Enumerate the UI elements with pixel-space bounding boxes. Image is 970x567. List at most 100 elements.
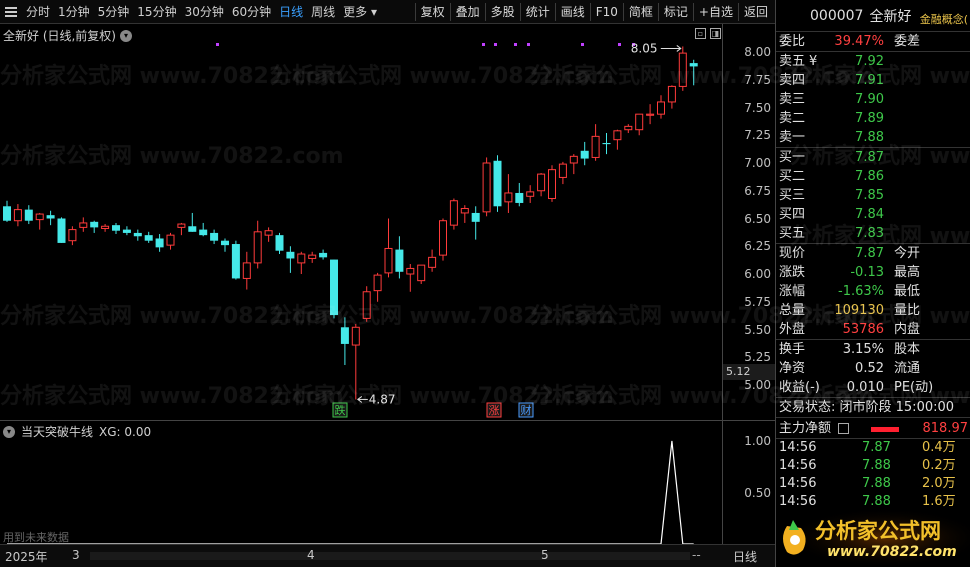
toolbar-button-4[interactable]: 画线 [554, 2, 590, 21]
ask-row-4[interactable]: 卖一 7.88 [776, 128, 970, 147]
ask-row-3[interactable]: 卖二 7.89 [776, 109, 970, 128]
list-icon[interactable] [838, 423, 849, 434]
trade-status: 交易状态: 闭市阶段 15:00:00 [776, 398, 970, 417]
candle-51 [558, 161, 567, 185]
logo-title: 分析家公式网 [815, 519, 941, 543]
fin-label-2: 流通 [894, 361, 921, 376]
event-marker-1[interactable]: 涨 [486, 402, 502, 418]
candle-8 [90, 220, 99, 233]
quote-panel: 000007 全新好 金融概念( 委比 39.47% 委差 卖五 ¥7.92 卖四 7… [775, 0, 970, 567]
bid-price: 7.85 [855, 188, 884, 203]
date-dash[interactable]: -- [692, 548, 701, 562]
candle-10 [112, 222, 120, 235]
candlestick-chart[interactable]: 全新好 (日线,前复权) ▾ 8.05 4.87 跌 涨 财 [0, 24, 722, 420]
chevron-down-icon[interactable]: ▾ [120, 29, 132, 42]
candle-21 [231, 240, 240, 280]
candle-13 [144, 231, 153, 243]
fin-label: 收益(-) [779, 380, 820, 395]
bid-row-0[interactable]: 买一 7.87 [776, 148, 970, 167]
candle-15 [166, 232, 175, 250]
period-tab-5[interactable]: 60分钟 [228, 0, 275, 23]
toolbar-button-7[interactable]: 标记 [657, 2, 693, 21]
price-tick-1: 7.75 [744, 72, 771, 87]
toolbar-button-1[interactable]: 叠加 [449, 2, 485, 21]
weibi-label: 委比 [779, 34, 806, 49]
toolbar-button-0[interactable]: 复权 [414, 2, 450, 21]
date-month-5: 5 [541, 548, 549, 562]
toolbar-button-3[interactable]: 统计 [519, 2, 555, 21]
toolbar-button-6[interactable]: 简框 [622, 2, 658, 21]
candle-61 [667, 85, 676, 109]
candle-6 [68, 226, 77, 246]
price-tick-0: 8.00 [744, 45, 771, 59]
toolbar-button-2[interactable]: 多股 [484, 2, 520, 21]
chevron-down-icon[interactable]: ▾ [3, 425, 15, 438]
bid-row-4[interactable]: 买五 7.83 [776, 224, 970, 243]
period-tabs: 分时 1分钟 5分钟 15分钟 30分钟 60分钟 日线 周线 更多 ▾ [0, 0, 381, 23]
signal-line [7, 440, 694, 544]
menu-icon[interactable] [0, 0, 22, 23]
event-dot-4 [527, 43, 530, 46]
svg-text:涨: 涨 [489, 404, 500, 417]
event-dot-0 [216, 43, 219, 46]
ask-row-1[interactable]: 卖四 7.91 [776, 71, 970, 90]
period-tab-3[interactable]: 15分钟 [133, 0, 180, 23]
bid-row-2[interactable]: 买三 7.85 [776, 186, 970, 205]
candle-52 [569, 154, 578, 175]
quote-label-2: 最低 [894, 284, 921, 299]
bid-row-3[interactable]: 买四 7.84 [776, 205, 970, 224]
ask-row-0[interactable]: 卖五 ¥7.92 [776, 52, 970, 71]
period-tab-1[interactable]: 1分钟 [54, 0, 94, 23]
ask-label: 卖二 [779, 111, 806, 126]
bid-row-1[interactable]: 买二 7.86 [776, 167, 970, 186]
tick-list: 14:56 7.87 0.4万 14:56 7.88 0.2万 14:56 7.88 2.0万 1… [776, 439, 970, 511]
candle-58 [635, 113, 644, 136]
event-marker-0[interactable]: 跌 [332, 402, 348, 418]
toolbar-button-8[interactable]: +自选 [692, 2, 738, 21]
candle-46 [504, 174, 513, 213]
indicator-tick-1: 0.50 [744, 485, 771, 500]
candle-62 [678, 46, 687, 91]
expand-icon[interactable]: ◨ [710, 28, 721, 39]
candle-54 [591, 124, 600, 161]
period-tab-0[interactable]: 分时 [22, 0, 54, 23]
period-label[interactable]: 日线 [733, 548, 757, 565]
weicha-label: 委差 [894, 34, 921, 49]
concept-tag[interactable]: 金融概念( [920, 11, 968, 27]
trade-status-text: 交易状态: 闭市阶段 15:00:00 [779, 400, 955, 415]
indicator-chart[interactable]: ▾ 当天突破牛线 XG: 0.00 用到未来数据 [0, 420, 722, 544]
period-tab-2[interactable]: 5分钟 [94, 0, 134, 23]
candle-11 [122, 226, 131, 236]
candle-26 [286, 246, 295, 273]
period-tab-6[interactable]: 日线 [275, 0, 307, 23]
quote-label: 外盘 [779, 322, 806, 337]
candle-28 [308, 251, 317, 263]
quote-label-2: 最高 [894, 265, 921, 280]
restore-icon[interactable]: ▫ [695, 28, 706, 39]
ask-price: 7.91 [855, 73, 884, 88]
candle-9 [101, 224, 110, 232]
candle-22 [242, 251, 251, 290]
price-tick-12: 5.00 [744, 378, 771, 392]
stock-header: 000007 全新好 金融概念( [776, 0, 970, 32]
ask-row-2[interactable]: 卖三 7.90 [776, 90, 970, 109]
period-tab-8[interactable]: 更多 ▾ [339, 0, 381, 23]
period-tab-7[interactable]: 周线 [307, 0, 339, 23]
chart-scrollbar[interactable] [90, 552, 690, 560]
price-tick-11: 5.25 [744, 350, 771, 365]
price-tick-3: 7.25 [744, 128, 771, 143]
candle-16 [177, 222, 186, 236]
toolbar-button-9[interactable]: 返回 [737, 2, 773, 21]
event-marker-2[interactable]: 财 [518, 402, 534, 418]
main-force-row[interactable]: 主力净额 818.97 [776, 417, 970, 439]
event-dot-2 [494, 43, 497, 46]
toolbar-buttons: 复权 叠加 多股 统计 画线 F10 简框 标记 +自选 返回 [414, 0, 773, 23]
period-tab-4[interactable]: 30分钟 [181, 0, 228, 23]
toolbar-button-5[interactable]: F10 [589, 2, 623, 21]
weibi-value: 39.47% [834, 34, 884, 49]
quote-label: 涨跌 [779, 265, 806, 280]
candle-41 [449, 198, 458, 230]
candle-37 [406, 264, 415, 292]
quote-row-0: 现价 7.87 今开 [776, 244, 970, 263]
fin-label-2: 股本 [894, 342, 921, 357]
